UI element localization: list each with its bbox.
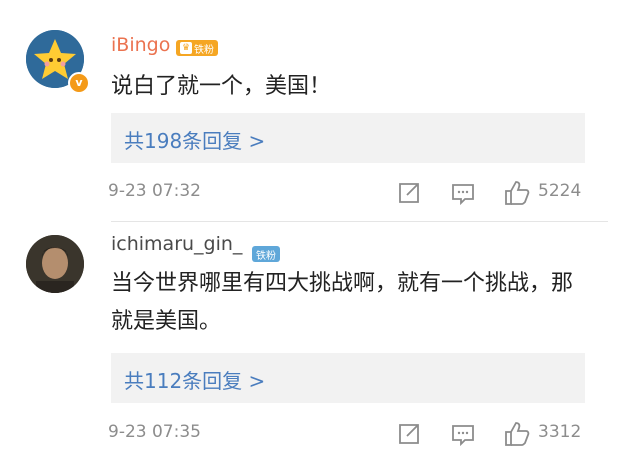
fan-badge: ♛ 铁粉 [176,40,218,56]
fan-badge-label: 铁粉 [194,44,214,56]
crown-icon: ♛ [180,42,192,54]
replies-label: 共198条回复 > [124,129,266,153]
avatar[interactable] [26,235,84,293]
comment-item: v iBingo ♛ 铁粉 说白了就一个，美国！ 共198条回复 > 9-23 … [0,0,637,222]
fan-badge-label: 铁粉 [256,250,276,262]
like-count: 3312 [538,422,582,442]
comment-meta: 9-23 07:35 3312 [0,419,637,449]
repost-icon[interactable] [394,178,424,208]
repost-icon[interactable] [394,419,424,449]
username[interactable]: iBingo [111,34,170,56]
like-count: 5224 [538,181,582,201]
like-icon[interactable] [502,419,532,449]
verified-icon: v [68,72,90,94]
comment-icon[interactable] [448,419,478,449]
comment-icon[interactable] [448,178,478,208]
comment-meta: 9-23 07:32 5224 [0,178,637,208]
replies-link[interactable]: 共198条回复 > [111,113,585,163]
replies-label: 共112条回复 > [124,369,266,393]
fan-badge: 铁粉 [252,246,280,262]
replies-link[interactable]: 共112条回复 > [111,353,585,403]
username[interactable]: ichimaru_gin_ [111,233,242,255]
comment-item: ichimaru_gin_ 铁粉 当今世界哪里有四大挑战啊，就有一个挑战，那就是… [0,222,637,467]
comment-text: 说白了就一个，美国！ [111,74,332,99]
timestamp: 9-23 07:35 [108,422,201,442]
comment-text: 当今世界哪里有四大挑战啊，就有一个挑战，那就是美国。 [111,271,574,334]
like-icon[interactable] [502,178,532,208]
timestamp: 9-23 07:32 [108,181,201,201]
man-portrait-icon [26,235,84,293]
